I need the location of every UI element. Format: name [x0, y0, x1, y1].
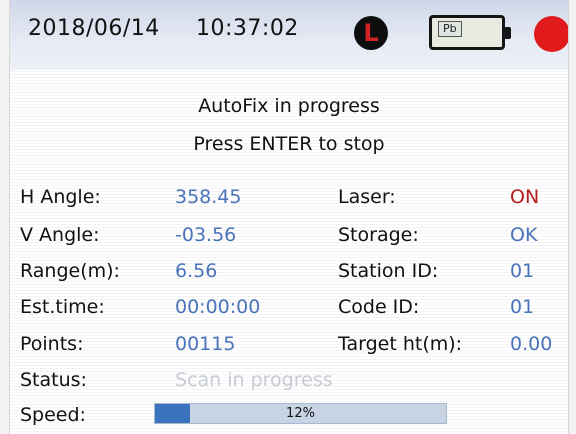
record-icon [534, 16, 568, 52]
code-id-value: 01 [510, 296, 535, 318]
speed-percent-text: 12% [286, 406, 315, 421]
range-label: Range(m): [20, 260, 120, 282]
battery-terminal [505, 27, 511, 39]
progress-message: AutoFix in progress [198, 95, 380, 117]
battery-icon: Pb [429, 15, 511, 50]
speed-label: Speed: [20, 404, 86, 426]
h-angle-value: 358.45 [175, 186, 242, 208]
battery-type-label: Pb [438, 21, 462, 37]
code-id-label: Code ID: [338, 296, 420, 318]
laser-icon: L [354, 16, 388, 50]
storage-value: OK [510, 224, 538, 246]
points-label: Points: [20, 333, 84, 355]
target-height-label: Target ht(m): [338, 333, 463, 355]
speed-progress-bar: 12% [154, 403, 447, 424]
status-value: Scan in progress [175, 369, 333, 391]
v-angle-value: -03.56 [175, 224, 237, 246]
station-id-label: Station ID: [338, 260, 439, 282]
laser-label: Laser: [338, 186, 396, 208]
est-time-value: 00:00:00 [175, 296, 261, 318]
laser-value: ON [510, 186, 540, 208]
stop-instruction: Press ENTER to stop [193, 133, 385, 155]
range-value: 6.56 [175, 260, 218, 282]
date-display: 2018/06/14 [28, 16, 160, 41]
station-id-value: 01 [510, 260, 535, 282]
status-label: Status: [20, 369, 87, 391]
laser-icon-letter: L [363, 19, 379, 47]
storage-label: Storage: [338, 224, 419, 246]
status-bar: 2018/06/14 10:37:02 L Pb [10, 0, 568, 70]
v-angle-label: V Angle: [20, 224, 100, 246]
h-angle-label: H Angle: [20, 186, 101, 208]
est-time-label: Est.time: [20, 296, 105, 318]
points-value: 00115 [175, 333, 236, 355]
time-display: 10:37:02 [196, 16, 299, 41]
target-height-value: 0.00 [510, 333, 553, 355]
device-screen: 2018/06/14 10:37:02 L Pb AutoFix in prog… [9, 0, 569, 434]
